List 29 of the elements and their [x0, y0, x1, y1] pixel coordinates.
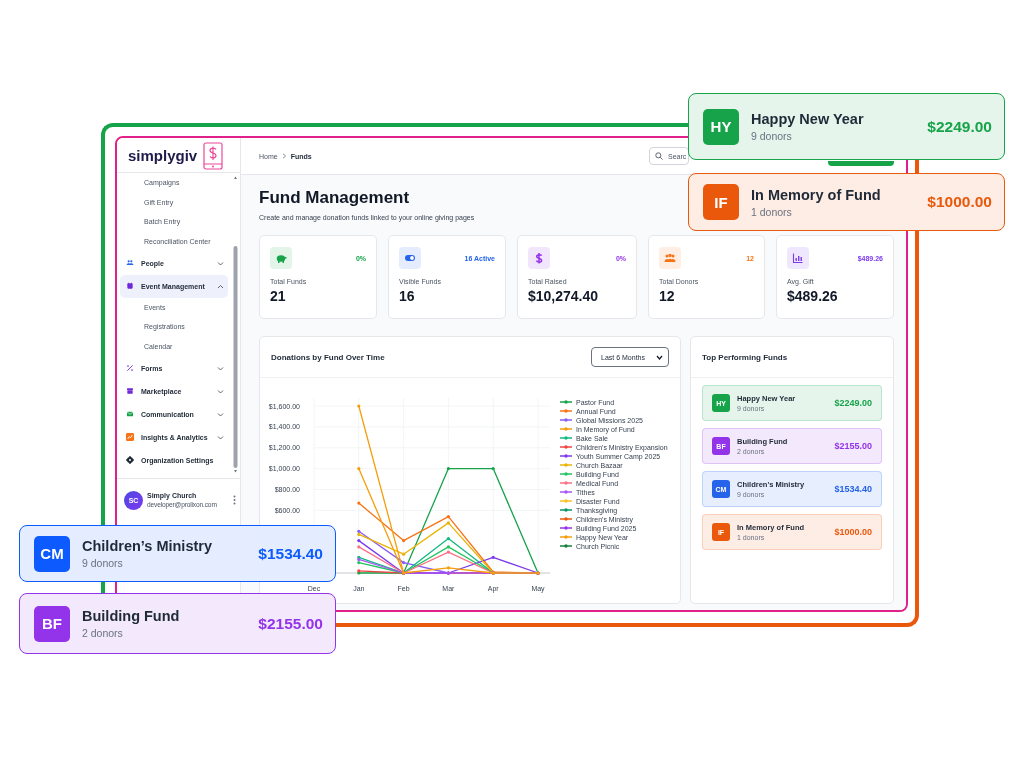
fund-amount: $1534.40 [258, 544, 323, 563]
fund-initials-badge: HY [703, 108, 739, 145]
stat-value: 21 [270, 288, 287, 304]
fund-amount: $2249.00 [834, 398, 872, 408]
stat-value: $10,274.40 [528, 288, 600, 304]
fund-amount: $2155.00 [834, 441, 872, 451]
fund-initials-badge: CM [34, 535, 70, 572]
donor-count: 9 donors [82, 557, 124, 569]
fund-name: In Memory of Fund [751, 186, 882, 203]
panel-title: Donations by Fund Over Time [271, 352, 385, 362]
fund-amount: $1000.00 [834, 527, 872, 537]
donor-count: 2 donors [82, 627, 124, 639]
stat-value: 12 [659, 288, 676, 304]
logo-text: simplygiv [128, 146, 198, 164]
fund-initials-badge: IF [703, 184, 739, 220]
fund-name: Building Fund [82, 608, 181, 624]
fund-name: Happy New Year [751, 111, 865, 127]
fund-amount: $2249.00 [927, 117, 992, 136]
fund-name: Children’s Ministry [82, 538, 213, 554]
fund-amount: $2155.00 [258, 614, 323, 633]
fund-initials-badge: BF [34, 605, 70, 642]
panel-title: Top Performing Funds [702, 352, 788, 362]
fund-amount: $1534.40 [834, 484, 872, 494]
donor-count: 1 donors [751, 205, 793, 218]
stat-value: 16 [399, 288, 416, 304]
donor-count: 9 donors [751, 130, 793, 142]
stat-value: $489.26 [787, 288, 839, 304]
fund-amount: $1000.00 [927, 193, 992, 211]
page-title: Fund Management [259, 188, 410, 208]
